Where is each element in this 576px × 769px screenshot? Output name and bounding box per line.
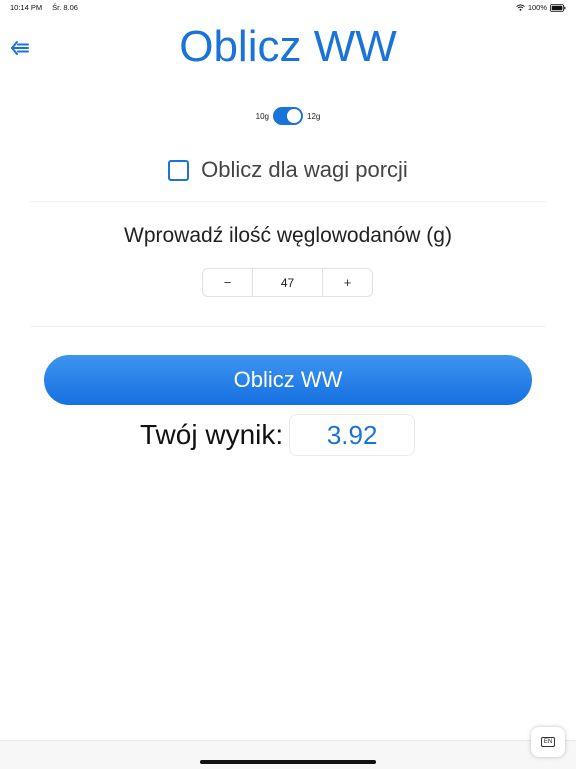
battery-icon	[550, 3, 566, 12]
increment-button[interactable]: +	[323, 269, 372, 296]
status-left: 10:14 PM Śr. 8.06	[10, 3, 78, 12]
wifi-icon	[515, 4, 525, 11]
portion-weight-checkbox[interactable]	[168, 159, 190, 181]
carbs-label: Wprowadź ilość węglowodanów (g)	[124, 224, 452, 247]
status-time: 10:14 PM	[10, 3, 43, 12]
status-right: 100%	[515, 3, 566, 12]
divider	[30, 201, 546, 202]
unit-toggle-right-label: 12g	[307, 111, 321, 121]
portion-weight-label[interactable]: Oblicz dla wagi porcji	[201, 157, 408, 183]
language-button[interactable]: EN	[531, 727, 565, 757]
result-row: Twój wynik: 3.92	[140, 414, 416, 456]
portion-weight-option: Oblicz dla wagi porcji	[0, 157, 576, 183]
battery-percent: 100%	[527, 3, 547, 12]
unit-toggle-left-label: 10g	[255, 111, 269, 121]
carbs-stepper: − +	[202, 268, 373, 297]
unit-toggle-switch[interactable]	[273, 107, 303, 125]
keyboard-toolbar	[0, 740, 576, 769]
unit-toggle: 10g 12g	[0, 107, 576, 125]
language-badge: EN	[540, 737, 556, 747]
divider	[30, 326, 546, 327]
status-date: Śr. 8.06	[52, 3, 78, 12]
calculate-button[interactable]: Oblicz WW	[44, 355, 532, 405]
decrement-button[interactable]: −	[203, 269, 252, 296]
result-label: Twój wynik:	[140, 419, 284, 450]
carbs-input[interactable]	[252, 269, 323, 296]
result-value: 3.92	[289, 414, 416, 456]
page-title: Oblicz WW	[179, 22, 397, 71]
status-bar: 10:14 PM Śr. 8.06 100%	[0, 0, 576, 14]
toggle-knob	[287, 109, 301, 123]
home-indicator[interactable]	[200, 760, 376, 764]
